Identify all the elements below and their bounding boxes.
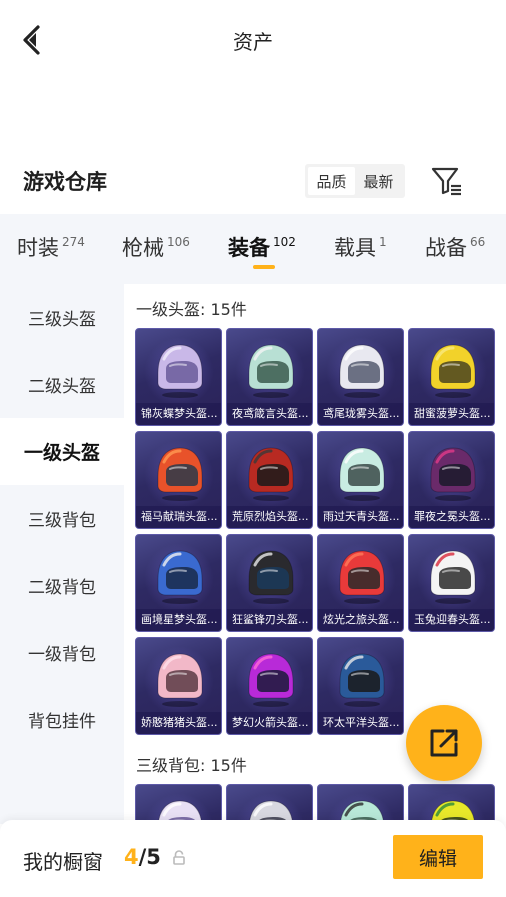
helmet-icon <box>339 344 385 398</box>
header: 资产 <box>0 0 506 80</box>
item-card[interactable]: 娇憨猪猪头盔... <box>135 637 222 735</box>
item-card[interactable]: 环太平洋头盔... <box>317 637 404 735</box>
item-name: 环太平洋头盔... <box>318 712 403 734</box>
item-name: 甜蜜菠萝头盔... <box>409 403 494 425</box>
category-item[interactable]: 三级背包 <box>0 485 124 552</box>
item-name: 画境星梦头盔... <box>136 609 221 631</box>
item-card[interactable]: 狂鲨锋刃头盔... <box>226 534 313 632</box>
helmet-icon <box>248 550 294 604</box>
tab-label: 时装 <box>17 236 59 260</box>
item-card[interactable]: 甜蜜菠萝头盔... <box>408 328 495 426</box>
tab-supplies[interactable]: 战备 66 <box>425 232 485 272</box>
tab-count: 1 <box>379 235 387 249</box>
tab-count: 102 <box>273 235 296 249</box>
helmet-icon <box>430 344 476 398</box>
helmet-icon <box>339 653 385 707</box>
category-item[interactable]: 背包挂件 <box>0 686 124 753</box>
item-card[interactable]: 鸢尾珑雾头盔... <box>317 328 404 426</box>
tabs-bar: 时装 274 枪械 106 装备 102 载具 1 战备 66 <box>0 214 506 284</box>
item-card[interactable]: 雨过天青头盔... <box>317 431 404 529</box>
category-item[interactable]: 二级背包 <box>0 552 124 619</box>
item-card[interactable] <box>226 784 313 824</box>
showcase-label: 我的橱窗 <box>23 850 103 874</box>
item-name: 炫光之旅头盔... <box>318 609 403 631</box>
section-title: 游戏仓库 <box>23 170 107 194</box>
item-name: 玉兔迎春头盔... <box>409 609 494 631</box>
item-card[interactable]: 荒原烈焰头盔... <box>226 431 313 529</box>
helmet-icon <box>157 653 203 707</box>
tab-vehicles[interactable]: 载具 1 <box>334 232 387 272</box>
item-card[interactable]: 梦幻火箭头盔... <box>226 637 313 735</box>
tab-weapons[interactable]: 枪械 106 <box>122 232 190 272</box>
helmet-icon <box>157 447 203 501</box>
category-item[interactable]: 一级背包 <box>0 619 124 686</box>
helmet-icon <box>248 653 294 707</box>
showcase-count: 4/5 <box>124 845 161 869</box>
item-name: 锦灰蝶梦头盔... <box>136 403 221 425</box>
item-card[interactable] <box>408 784 495 824</box>
helmet-icon <box>157 344 203 398</box>
filter-button[interactable] <box>430 164 464 198</box>
item-name: 雨过天青头盔... <box>318 506 403 528</box>
item-card[interactable] <box>135 784 222 824</box>
item-name: 福马献瑞头盔... <box>136 506 221 528</box>
category-item-active[interactable]: 一级头盔 <box>0 418 124 485</box>
item-name: 娇憨猪猪头盔... <box>136 712 221 734</box>
tab-label: 载具 <box>334 236 376 260</box>
item-card[interactable]: 锦灰蝶梦头盔... <box>135 328 222 426</box>
sort-toggle: 品质 最新 <box>305 164 405 198</box>
category-item[interactable]: 二级头盔 <box>0 351 124 418</box>
tab-count: 106 <box>167 235 190 249</box>
tab-outfits[interactable]: 时装 274 <box>17 232 85 272</box>
helmet-icon <box>339 550 385 604</box>
item-name: 荒原烈焰头盔... <box>227 506 312 528</box>
helmet-icon <box>248 447 294 501</box>
share-button[interactable] <box>406 705 482 781</box>
item-name: 鸢尾珑雾头盔... <box>318 403 403 425</box>
edit-button[interactable]: 编辑 <box>393 835 483 879</box>
item-card[interactable]: 福马献瑞头盔... <box>135 431 222 529</box>
showcase-bar: 我的橱窗 4/5 编辑 <box>0 820 506 897</box>
category-sidebar: 三级头盔 二级头盔 一级头盔 三级背包 二级背包 一级背包 背包挂件 <box>0 284 124 824</box>
item-card[interactable]: 夜鸢箴言头盔... <box>226 328 313 426</box>
sort-option-latest[interactable]: 最新 <box>355 167 402 195</box>
tab-label: 枪械 <box>122 236 164 260</box>
helmet-icon <box>430 447 476 501</box>
helmet-icon <box>157 550 203 604</box>
page-title: 资产 <box>233 30 273 54</box>
sort-option-quality[interactable]: 品质 <box>308 167 355 195</box>
tab-label: 装备 <box>228 236 270 260</box>
item-card[interactable]: 炫光之旅头盔... <box>317 534 404 632</box>
item-name: 罪夜之冕头盔... <box>409 506 494 528</box>
tab-count: 66 <box>470 235 486 249</box>
active-tab-indicator <box>253 265 275 269</box>
helmet-icon <box>248 344 294 398</box>
tab-count: 274 <box>62 235 85 249</box>
app-root: 资产 游戏仓库 品质 最新 时装 274 枪械 106 装备 102 载具 1 战备 66 <box>0 0 506 897</box>
category-item[interactable]: 三级头盔 <box>0 284 124 351</box>
showcase-total: /5 <box>138 845 161 869</box>
share-icon <box>430 729 458 757</box>
item-card[interactable]: 玉兔迎春头盔... <box>408 534 495 632</box>
tab-label: 战备 <box>425 236 467 260</box>
lock-icon <box>173 850 185 865</box>
item-card[interactable] <box>317 784 404 824</box>
item-name: 夜鸢箴言头盔... <box>227 403 312 425</box>
filter-icon <box>431 167 461 196</box>
item-card[interactable]: 画境星梦头盔... <box>135 534 222 632</box>
item-name: 梦幻火箭头盔... <box>227 712 312 734</box>
group-title: 三级背包: 15件 <box>136 756 247 775</box>
helmet-icon <box>339 447 385 501</box>
showcase-current: 4 <box>124 845 139 869</box>
group-title: 一级头盔: 15件 <box>136 300 247 319</box>
helmet-icon <box>430 550 476 604</box>
item-name: 狂鲨锋刃头盔... <box>227 609 312 631</box>
item-card[interactable]: 罪夜之冕头盔... <box>408 431 495 529</box>
